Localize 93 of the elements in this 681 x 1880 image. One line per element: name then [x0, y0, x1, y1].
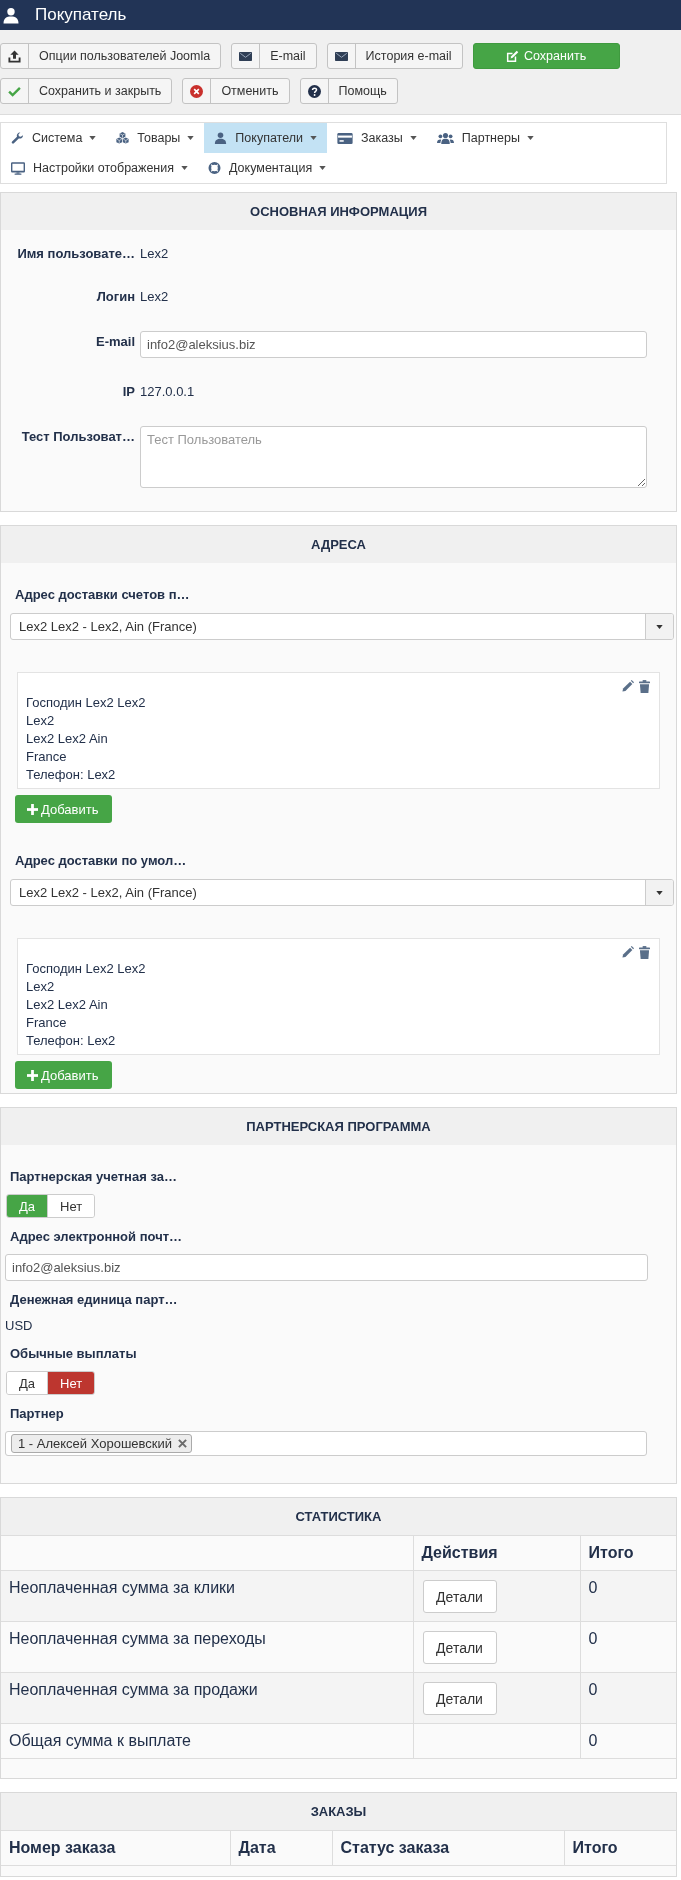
credit-card-icon: [337, 132, 353, 144]
field-label: Логин: [95, 288, 135, 306]
column-header: Действия: [413, 1535, 580, 1571]
field-label: Партнерская учетная за…: [9, 1169, 178, 1185]
section-header: ОСНОВНАЯ ИНФОРМАЦИЯ: [1, 193, 676, 230]
section-header: ЗАКАЗЫ: [1, 1793, 676, 1830]
plus-icon: [27, 1069, 38, 1081]
field-label: E-mail: [95, 333, 135, 351]
field-label: Адрес доставки счетов п…: [14, 587, 191, 603]
cancel-button[interactable]: Отменить: [182, 78, 290, 104]
wrench-icon: [11, 132, 24, 144]
address-select[interactable]: Lex2 Lex2 - Lex2, Ain (France): [10, 613, 674, 640]
plus-icon: [27, 803, 38, 815]
caret-icon: [526, 136, 534, 140]
menu-item[interactable]: Товары: [106, 123, 205, 153]
email-field[interactable]: info2@aleksius.biz: [5, 1254, 648, 1281]
field-label: Денежная единица парт…: [9, 1292, 179, 1308]
caret-icon: [310, 136, 317, 140]
save-close-button[interactable]: Сохранить и закрыть: [0, 78, 173, 104]
trash-icon[interactable]: [639, 946, 650, 959]
table-cell: 0: [580, 1672, 676, 1724]
column-header: Итого: [564, 1830, 676, 1866]
field-label: Обычные выплаты: [9, 1346, 138, 1362]
column-header: Статус заказа: [332, 1830, 564, 1866]
column-header: Дата: [230, 1830, 332, 1866]
caret-icon: [187, 136, 195, 140]
monitor-icon: [11, 161, 25, 175]
menu-item[interactable]: Заказы: [327, 123, 427, 153]
trash-icon[interactable]: [639, 680, 650, 693]
edit-icon: [506, 49, 520, 63]
envelope-icon: [334, 49, 348, 63]
table-cell: 0: [580, 1570, 676, 1622]
check-icon: [8, 84, 21, 98]
caret-icon: [656, 624, 663, 629]
field-label: IP: [121, 383, 135, 401]
upload-icon: [8, 49, 21, 63]
caret-icon: [409, 136, 417, 140]
section-header: СТАТИСТИКА: [1, 1498, 676, 1535]
menu-item[interactable]: Настройки отображения: [1, 153, 198, 183]
details-button[interactable]: Детали: [422, 1682, 497, 1715]
tag-label: 1 - Алексей Хорошевский: [18, 1436, 173, 1451]
field-value: 127.0.0.1: [140, 383, 195, 401]
table-cell: Неоплаченная сумма за клики: [1, 1570, 413, 1622]
users-icon: [436, 132, 454, 144]
caret-icon: [656, 890, 663, 895]
menu-item[interactable]: Покупатели: [204, 123, 327, 153]
pencil-icon[interactable]: [622, 680, 634, 692]
help-button[interactable]: Помощь: [299, 78, 398, 104]
user-icon: [3, 6, 19, 24]
column-header: Номер заказа: [1, 1830, 230, 1866]
toggle-option[interactable]: Нет: [47, 1372, 95, 1394]
user-icon: [214, 132, 228, 144]
table-cell: Неоплаченная сумма за переходы: [1, 1621, 413, 1673]
field-label: Тест Пользоват…: [20, 428, 135, 446]
details-button[interactable]: Детали: [422, 1631, 497, 1664]
email-button[interactable]: E-mail: [231, 43, 317, 69]
close-icon[interactable]: [178, 1439, 188, 1448]
field-label: Адрес доставки по умол…: [14, 853, 188, 869]
table-cell: Общая сумма к выплате: [1, 1723, 413, 1759]
page-title: Покупатель: [35, 5, 127, 25]
field-value: USD: [5, 1317, 34, 1335]
caret-icon: [319, 166, 327, 170]
user-options-button[interactable]: Опции пользователей Joomla: [0, 43, 222, 69]
menu-item[interactable]: Партнеры: [426, 123, 544, 153]
field-value: Lex2: [140, 288, 169, 306]
menu-item[interactable]: Документация: [198, 153, 337, 183]
caret-icon: [181, 166, 188, 170]
envelope-icon: [239, 49, 253, 63]
toggle-option[interactable]: Да: [7, 1372, 48, 1394]
address-text: Господин Lex2 Lex2 Lex2 Lex2 Lex2 Ain France Телефон: Lex2: [26, 960, 147, 1050]
field-label: Адрес электронной почт…: [9, 1229, 184, 1245]
field-value: Lex2: [140, 245, 169, 263]
pencil-icon[interactable]: [622, 946, 634, 958]
caret-icon: [89, 136, 97, 140]
field-label: Партнер: [9, 1406, 65, 1422]
text-area-field[interactable]: Тест Пользователь: [140, 426, 647, 488]
cancel-icon: [190, 84, 204, 98]
cubes-icon: [116, 132, 130, 144]
help-icon: [307, 84, 321, 98]
email-history-button[interactable]: История e-mail: [326, 43, 463, 69]
field-label: Имя пользовате…: [16, 245, 135, 263]
address-select[interactable]: Lex2 Lex2 - Lex2, Ain (France): [10, 879, 674, 906]
life-ring-icon: [208, 162, 221, 174]
details-button[interactable]: Детали: [422, 1580, 497, 1613]
email-field[interactable]: info2@aleksius.biz: [140, 331, 647, 358]
section-header: АДРЕСА: [1, 526, 676, 563]
toggle-option[interactable]: Нет: [47, 1195, 95, 1217]
section-header: ПАРТНЕРСКАЯ ПРОГРАММА: [1, 1108, 676, 1145]
menu-item[interactable]: Система: [1, 123, 107, 153]
address-text: Господин Lex2 Lex2 Lex2 Lex2 Lex2 Ain France Телефон: Lex2: [26, 694, 147, 784]
table-cell: Неоплаченная сумма за продажи: [1, 1672, 413, 1724]
column-header: Итого: [580, 1535, 676, 1571]
partner-field[interactable]: 1 - Алексей Хорошевский: [5, 1431, 647, 1456]
